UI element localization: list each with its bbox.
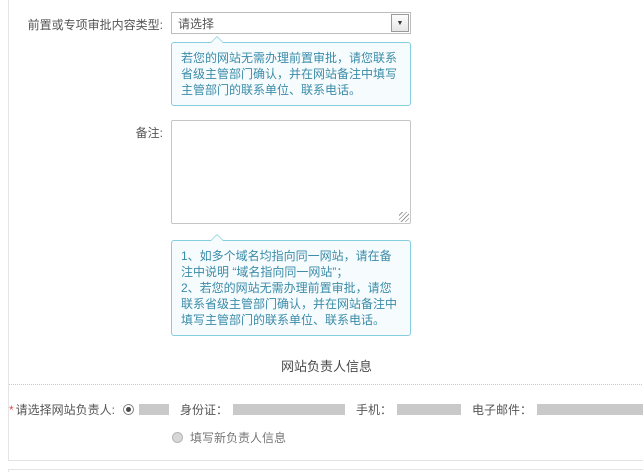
principal-select-row: * 请选择网站负责人: 身份证： 手机： 电子邮件： — [9, 401, 643, 418]
section-divider — [9, 384, 643, 385]
id-card-label: 身份证： — [180, 403, 229, 417]
approval-tip-box: 若您的网站无需办理前置审批，请您联系省级主管部门确认，并在网站备注中填写主管部门… — [171, 36, 411, 106]
new-principal-radio[interactable] — [172, 432, 183, 443]
approval-type-selected-value: 请选择 — [178, 16, 215, 31]
dropdown-arrow-icon[interactable]: ▼ — [391, 14, 409, 32]
redacted-email — [537, 404, 643, 415]
website-info-form-panel: 前置或专项审批内容类型: 请选择 ▼ 若您的网站无需办理前置审批，请您联系省级主… — [8, 0, 643, 461]
principal-select-label: 请选择网站负责人: — [15, 403, 116, 417]
approval-type-label: 前置或专项审批内容类型: — [27, 18, 163, 32]
new-principal-label: 填写新负责人信息 — [190, 431, 287, 445]
remark-tip-line2: 2、若您的网站无需办理前置审批，请您联系省级主管部门确认，并在网站备注中填写主管… — [181, 281, 398, 327]
remark-tip-box: 1、如多个域名均指向同一网站，请在备注中说明 “域名指向同一网站”； 2、若您的… — [171, 234, 411, 336]
existing-principal-radio[interactable] — [123, 404, 135, 415]
approval-type-select[interactable]: 请选择 ▼ — [171, 12, 411, 34]
principal-section-title: 网站负责人信息 — [280, 359, 372, 374]
remark-row: 备注: 1、如多个域名均指向同一网站，请在备注中说明 “域名指向同一网站”； 2… — [9, 120, 643, 336]
approval-tip-text: 若您的网站无需办理前置审批，请您联系省级主管部门确认，并在网站备注中填写主管部门… — [181, 51, 398, 97]
remark-textarea[interactable] — [172, 121, 410, 223]
phone-label: 手机： — [356, 403, 393, 417]
redacted-principal-name — [139, 404, 170, 415]
remark-tip-line1: 1、如多个域名均指向同一网站，请在备注中说明 “域名指向同一网站”； — [181, 249, 392, 279]
remark-textarea-wrapper — [171, 120, 411, 224]
redacted-id-number — [233, 404, 346, 415]
redacted-phone-number — [397, 404, 462, 415]
approval-type-row: 前置或专项审批内容类型: 请选择 ▼ 若您的网站无需办理前置审批，请您联系省级主… — [9, 12, 643, 106]
new-principal-option: 填写新负责人信息 — [172, 429, 643, 446]
required-asterisk: * — [9, 403, 14, 417]
email-label: 电子邮件： — [472, 403, 533, 417]
existing-principal-option: 身份证： 手机： 电子邮件： — [123, 401, 643, 418]
remark-label: 备注: — [135, 126, 163, 140]
